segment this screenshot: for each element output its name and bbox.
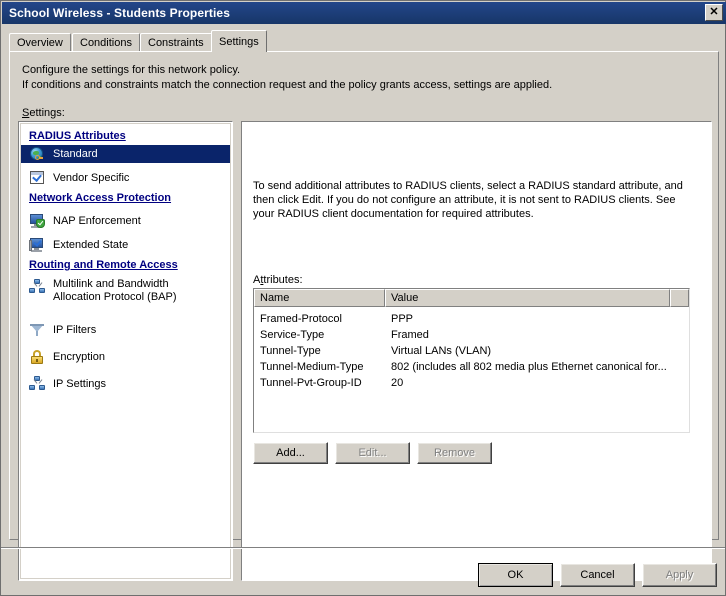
dialog-button-row: OK Cancel Apply [471, 563, 717, 587]
window-check-icon [29, 170, 47, 186]
close-icon: ✕ [709, 6, 719, 18]
detail-description: To send additional attributes to RADIUS … [253, 180, 683, 220]
tree-group-routing-and-remote-access: Routing and Remote Access [29, 259, 178, 271]
tab-label: Settings [219, 35, 259, 48]
cell-value: 20 [391, 377, 404, 389]
network-nodes-icon [29, 279, 47, 295]
properties-dialog: School Wireless - Students Properties ✕ … [0, 0, 726, 596]
tree-item-extended-state[interactable]: Extended State [21, 236, 230, 254]
cell-value: Framed [391, 329, 429, 341]
remove-button[interactable]: Remove [417, 442, 492, 464]
table-row[interactable]: Tunnel-Pvt-Group-ID 20 [254, 375, 689, 391]
settings-tree-panel[interactable]: RADIUS Attributes Standard Vendor Specif… [18, 121, 233, 581]
intro-line-2: If conditions and constraints match the … [22, 79, 553, 91]
attributes-label: Attributes: [253, 274, 303, 286]
tree-item-label: Vendor Specific [53, 171, 130, 184]
cell-name: Tunnel-Pvt-Group-ID [260, 377, 362, 389]
attribute-action-buttons: Add... Edit... Remove [253, 442, 499, 464]
tab-constraints[interactable]: Constraints [140, 33, 212, 52]
attributes-list[interactable]: Name Value Framed-Protocol PPP Service-T… [253, 288, 690, 433]
bottom-separator [1, 547, 725, 549]
settings-label: Settings: [22, 107, 65, 119]
tree-item-vendor-specific[interactable]: Vendor Specific [21, 169, 230, 187]
tree-item-label: Multilink and Bandwidth Allocation Proto… [53, 278, 177, 303]
tree-item-label: IP Settings [53, 377, 106, 390]
tree-item-label: Encryption [53, 350, 105, 363]
ok-button[interactable]: OK [478, 563, 553, 587]
padlock-icon [29, 349, 47, 365]
tree-group-network-access-protection: Network Access Protection [29, 192, 172, 204]
apply-button[interactable]: Apply [642, 563, 717, 587]
network-nodes-icon [29, 376, 47, 392]
monitor-check-icon [29, 237, 47, 253]
table-row[interactable]: Framed-Protocol PPP [254, 311, 689, 327]
attributes-header-row: Name Value [254, 289, 689, 307]
add-button-label: Add... [276, 447, 305, 459]
edit-button[interactable]: Edit... [335, 442, 410, 464]
settings-tab-page: Configure the settings for this network … [9, 51, 719, 581]
tab-settings[interactable]: Settings [211, 30, 267, 52]
column-header-value[interactable]: Value [385, 289, 670, 307]
column-header-extra[interactable] [670, 289, 689, 307]
settings-detail-panel: To send additional attributes to RADIUS … [241, 121, 712, 581]
close-button[interactable]: ✕ [705, 4, 723, 21]
remove-button-label: Remove [434, 447, 475, 459]
tree-item-ip-settings[interactable]: IP Settings [21, 375, 230, 393]
cell-value: PPP [391, 313, 414, 325]
tree-item-label: Standard [53, 147, 98, 160]
cell-value: Virtual LANs (VLAN) [391, 345, 492, 357]
cell-name: Service-Type [260, 329, 325, 341]
funnel-icon [29, 322, 47, 338]
title-bar: School Wireless - Students Properties ✕ [2, 2, 726, 24]
cell-name: Tunnel-Medium-Type [260, 361, 364, 373]
intro-line-1: Configure the settings for this network … [22, 64, 241, 76]
tab-label: Conditions [80, 37, 132, 49]
monitor-shield-icon [29, 213, 47, 229]
column-header-name[interactable]: Name [254, 289, 385, 307]
cancel-button[interactable]: Cancel [560, 563, 635, 587]
tree-item-label: IP Filters [53, 323, 97, 336]
window-title: School Wireless - Students Properties [9, 6, 230, 20]
tree-item-encryption[interactable]: Encryption [21, 348, 230, 366]
table-row[interactable]: Service-Type Framed [254, 327, 689, 343]
add-button[interactable]: Add... [253, 442, 328, 464]
tab-label: Constraints [148, 37, 204, 49]
cell-value: 802 (includes all 802 media plus Etherne… [391, 361, 667, 373]
apply-button-label: Apply [665, 569, 694, 581]
tab-conditions[interactable]: Conditions [72, 33, 140, 52]
settings-tree[interactable]: RADIUS Attributes Standard Vendor Specif… [20, 123, 231, 579]
tree-item-label: Extended State [53, 238, 129, 251]
cell-name: Tunnel-Type [260, 345, 321, 357]
globe-key-icon [29, 146, 47, 162]
tab-label: Overview [17, 37, 63, 49]
tree-item-label: NAP Enforcement [53, 214, 141, 227]
tree-item-nap-enforcement[interactable]: NAP Enforcement [21, 212, 230, 230]
tree-item-multilink-bap[interactable]: Multilink and Bandwidth Allocation Proto… [21, 278, 230, 308]
tree-item-standard[interactable]: Standard [21, 145, 230, 163]
cell-name: Framed-Protocol [260, 313, 342, 325]
edit-button-label: Edit... [358, 447, 387, 459]
table-row[interactable]: Tunnel-Medium-Type 802 (includes all 802… [254, 359, 689, 375]
table-row[interactable]: Tunnel-Type Virtual LANs (VLAN) [254, 343, 689, 359]
tree-item-ip-filters[interactable]: IP Filters [21, 321, 230, 339]
tree-group-radius-attributes: RADIUS Attributes [29, 130, 126, 142]
tab-overview[interactable]: Overview [9, 33, 71, 52]
ok-button-label: OK [507, 569, 524, 581]
cancel-button-label: Cancel [580, 569, 615, 581]
